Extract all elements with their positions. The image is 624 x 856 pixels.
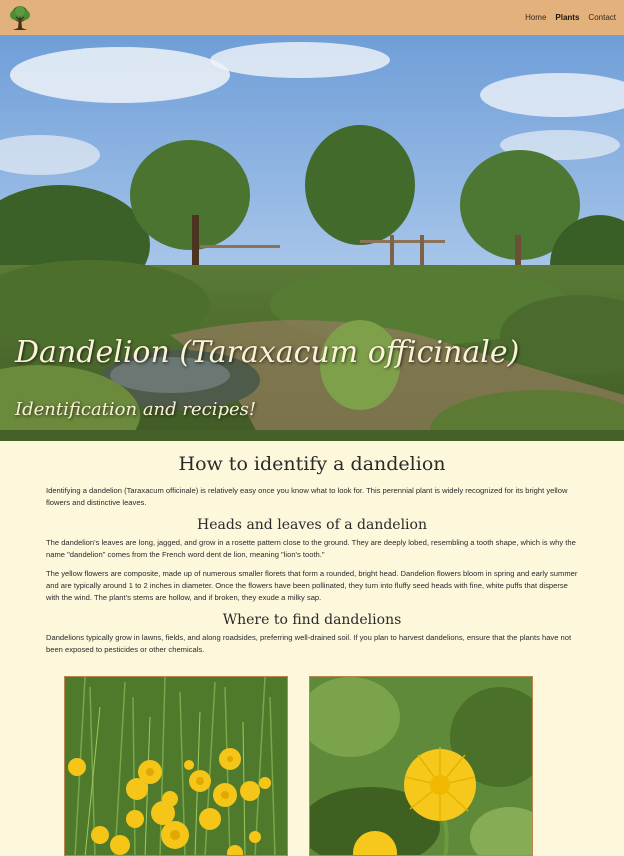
hero-title: Dandelion (Taraxacum officinale) — [15, 335, 520, 370]
paragraph-leaves: The dandelion's leaves are long, jagged,… — [46, 538, 576, 559]
nav-link-plants[interactable]: Plants — [555, 13, 579, 22]
nav-link-home[interactable]: Home — [525, 13, 546, 22]
paragraph-identify: Identifying a dandelion (Taraxacum offic… — [46, 486, 568, 507]
nav-link-contact[interactable]: Contact — [588, 13, 616, 22]
tree-logo-icon[interactable] — [8, 5, 32, 31]
section-heading-identify: How to identify a dandelion — [178, 453, 446, 475]
hero-subtitle: Identification and recipes! — [15, 399, 257, 420]
hero-garden-image — [0, 35, 624, 441]
main-content: How to identify a dandelion Identifying … — [0, 453, 624, 656]
navbar: Home Plants Contact — [0, 0, 624, 35]
paragraph-where: Dandelions typically grow in lawns, fiel… — [46, 633, 572, 654]
nav-links: Home Plants Contact — [525, 13, 616, 22]
dandelion-field-photo — [64, 676, 288, 856]
photo-gallery — [0, 676, 624, 856]
paragraph-flowers: The yellow flowers are composite, made u… — [46, 569, 578, 602]
dandelion-closeup-photo — [309, 676, 533, 856]
hero-banner: Dandelion (Taraxacum officinale) Identif… — [0, 35, 624, 441]
section-heading-heads-leaves: Heads and leaves of a dandelion — [197, 517, 427, 533]
section-heading-where: Where to find dandelions — [222, 612, 402, 628]
